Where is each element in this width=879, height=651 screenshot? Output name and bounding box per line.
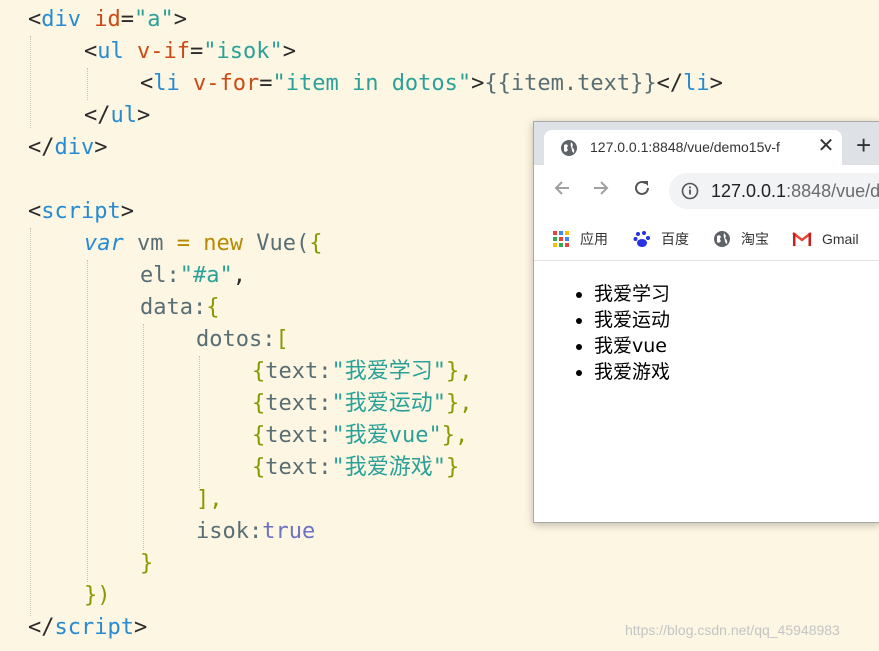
new-tab-button[interactable]: + <box>856 130 879 160</box>
address-bar[interactable]: 127.0.0.1:8848/vue/d <box>669 173 879 209</box>
code-line-16: ], <box>196 487 223 512</box>
tab-strip: 127.0.0.1:8848/vue/demo15v-f ✕ + <box>534 122 879 165</box>
indent-guide <box>87 68 88 100</box>
code-line-3: <li v-for="item in dotos">{{item.text}}<… <box>140 71 723 96</box>
code-line-20: </script> <box>28 615 148 640</box>
info-icon[interactable] <box>681 182 699 200</box>
code-line-12: {text:"我爱学习"}, <box>252 359 473 384</box>
gmail-icon <box>792 232 812 247</box>
page-content: 我爱学习 我爱运动 我爱vue 我爱游戏 <box>534 261 879 522</box>
indent-guide <box>199 356 200 488</box>
bookmark-label: Gmail <box>822 231 859 247</box>
bookmark-apps[interactable]: 应用 <box>552 228 608 250</box>
code-line-17: isok:true <box>196 519 316 544</box>
browser-toolbar: 127.0.0.1:8848/vue/d <box>534 165 879 217</box>
browser-tab[interactable]: 127.0.0.1:8848/vue/demo15v-f ✕ <box>544 130 842 165</box>
code-line-7: <script> <box>28 199 134 224</box>
list-item: 我爱vue <box>594 333 670 359</box>
indent-guide <box>30 36 31 128</box>
code-line-8: var vm = new Vue({ <box>84 231 323 256</box>
code-line-14: {text:"我爱vue"}, <box>252 423 469 448</box>
bookmark-gmail[interactable]: Gmail <box>792 228 859 250</box>
arrow-left-icon <box>554 181 569 195</box>
watermark: https://blog.csdn.net/qq_45948983 <box>625 622 840 638</box>
globe-icon <box>561 140 577 156</box>
bookmark-baidu[interactable]: 百度 <box>633 228 689 250</box>
code-line-15: {text:"我爱游戏"} <box>252 455 460 480</box>
code-line-9: el:"#a", <box>140 263 246 288</box>
reload-icon <box>635 180 649 195</box>
code-line-18: } <box>140 551 154 576</box>
list-item: 我爱运动 <box>594 307 670 333</box>
forward-button[interactable] <box>588 178 614 204</box>
code-line-19: }) <box>84 583 111 608</box>
bookmark-label: 应用 <box>580 231 608 247</box>
bookmark-label: 淘宝 <box>741 231 769 247</box>
code-line-1: <div id="a"> <box>28 7 187 32</box>
back-button[interactable] <box>549 178 575 204</box>
bookmark-label: 百度 <box>661 231 689 247</box>
code-line-2: <ul v-if="isok"> <box>84 39 296 64</box>
code-line-10: data:{ <box>140 295 220 320</box>
code-line-11: dotos:[ <box>196 327 289 352</box>
reload-button[interactable] <box>629 178 655 204</box>
code-line-5: </div> <box>28 135 108 160</box>
rendered-list: 我爱学习 我爱运动 我爱vue 我爱游戏 <box>534 281 670 385</box>
globe-icon <box>714 231 730 247</box>
url-text: 127.0.0.1:8848/vue/d <box>711 181 879 201</box>
list-item: 我爱游戏 <box>594 359 670 385</box>
code-line-4: </ul> <box>84 103 151 128</box>
bookmark-taobao[interactable]: 淘宝 <box>713 228 769 250</box>
bookmarks-bar: 应用 百度 淘宝 Gmail <box>534 217 879 261</box>
list-item: 我爱学习 <box>594 281 670 307</box>
close-icon[interactable]: ✕ <box>814 134 838 158</box>
apps-grid-icon <box>553 231 569 247</box>
tab-title: 127.0.0.1:8848/vue/demo15v-f <box>590 139 780 155</box>
arrow-right-icon <box>594 181 609 195</box>
browser-window: 127.0.0.1:8848/vue/demo15v-f ✕ + 127.0.0… <box>533 121 879 523</box>
baidu-paw-icon <box>633 231 650 247</box>
indent-guide <box>30 228 31 616</box>
indent-guide <box>143 324 144 550</box>
indent-guide <box>87 260 88 582</box>
code-line-13: {text:"我爱运动"}, <box>252 391 473 416</box>
